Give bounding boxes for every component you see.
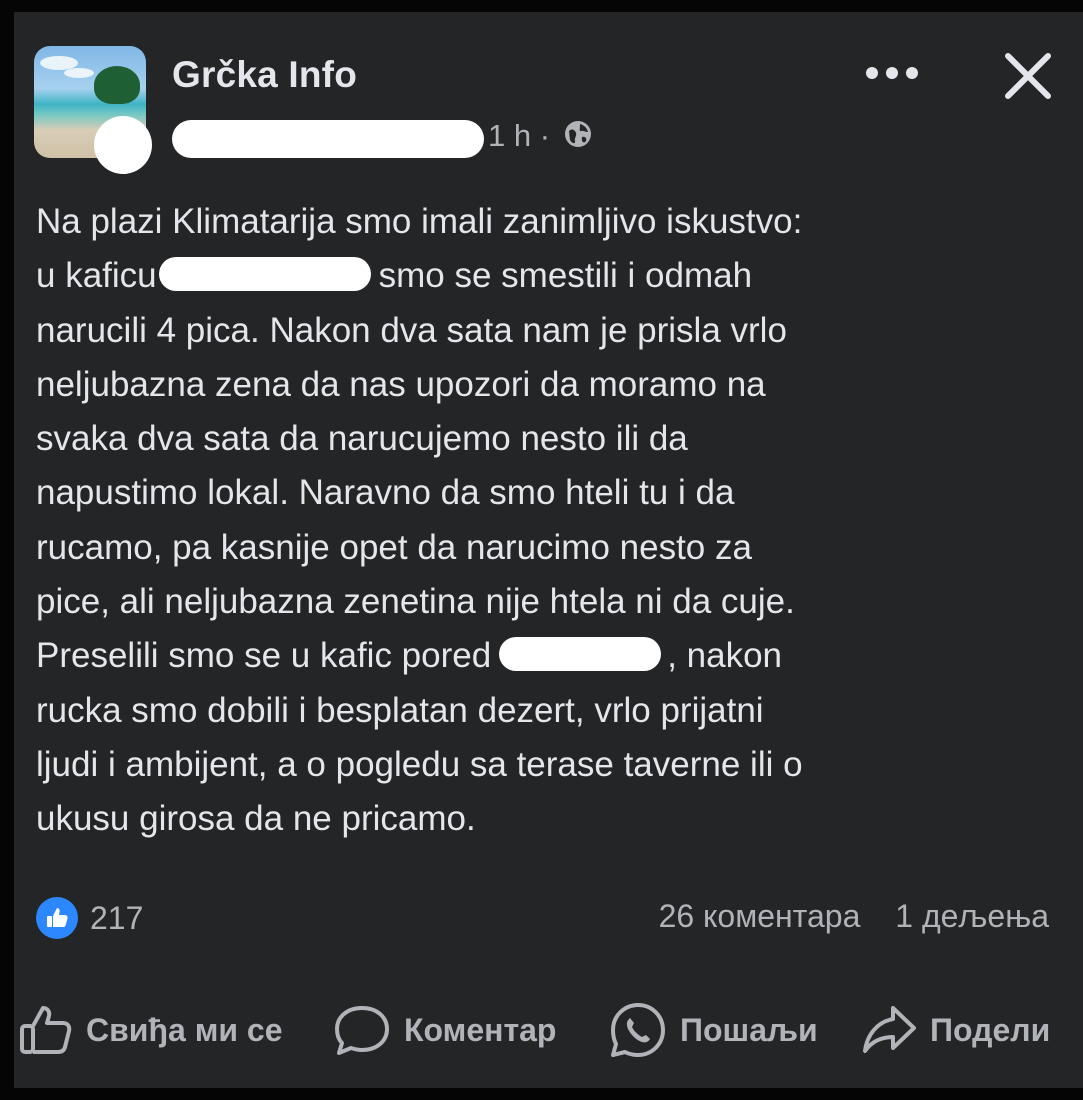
post-text-segment: , nakon <box>667 636 783 676</box>
post-text-line: svaka dva sata da narucujemo nesto ili d… <box>36 419 688 459</box>
author-redaction <box>172 120 484 158</box>
post-text-line: Preselili smo se u kafic pored , nakon <box>36 629 1046 683</box>
post-text-line: rucka smo dobili i besplatan dezert, vrl… <box>36 690 764 730</box>
post-actions: Свиђа ми се Коментар Пошаљи Подели <box>0 998 1083 1062</box>
page-avatar[interactable] <box>34 46 152 174</box>
post-text-line: rucamo, pa kasnije opet da narucimo nest… <box>36 527 752 567</box>
more-options-icon[interactable] <box>866 66 926 80</box>
share-button[interactable]: Подели <box>860 998 1050 1062</box>
thumbs-up-icon <box>36 897 78 939</box>
like-icon <box>20 1006 72 1054</box>
post-text: Na plazi Klimatarija smo imali zanimljiv… <box>36 195 1046 847</box>
post-time[interactable]: 1 h <box>488 118 531 153</box>
post-text-line: u kaficu smo se smestili i odmah <box>36 249 1046 303</box>
screen-border-bottom <box>0 1088 1083 1100</box>
post-text-line: ukusu girosa da ne pricamo. <box>36 799 476 839</box>
send-label: Пошаљи <box>680 1011 818 1048</box>
post-text-line: pice, ali neljubazna zenetina nije htela… <box>36 582 795 622</box>
cafe-name-redaction <box>158 257 371 292</box>
like-label: Свиђа ми се <box>86 1011 283 1048</box>
close-icon[interactable] <box>1000 48 1056 104</box>
meta-separator: · <box>539 118 551 153</box>
reactions-summary[interactable]: 217 <box>36 896 143 940</box>
post-text-line: Na plazi Klimatarija smo imali zanimljiv… <box>36 202 803 241</box>
post-text-line: narucili 4 pica. Nakon dva sata nam je p… <box>36 310 787 350</box>
post-text-line: napustimo lokal. Naravno da smo hteli tu… <box>36 473 735 513</box>
reactions-count: 217 <box>90 899 144 936</box>
post-text-segment: u kaficu <box>36 256 157 296</box>
post-text-line: ljudi i ambijent, a o pogledu sa terase … <box>36 744 803 784</box>
post-meta: 1 h · <box>488 118 593 157</box>
comment-button[interactable]: Коментар <box>332 998 556 1062</box>
shares-count[interactable]: 1 дељења <box>895 898 1049 934</box>
like-button[interactable]: Свиђа ми се <box>18 998 283 1062</box>
comments-count[interactable]: 26 коментара <box>659 898 861 934</box>
screen-border-left <box>0 0 14 1100</box>
page-name[interactable]: Grčka Info <box>172 54 357 96</box>
comment-icon <box>335 1006 389 1055</box>
post-text-segment: smo se smestili i odmah <box>378 256 753 296</box>
post-stats: 26 коментара 1 дељења <box>659 898 1049 935</box>
send-button[interactable]: Пошаљи <box>608 998 818 1062</box>
globe-icon <box>563 119 593 157</box>
share-label: Подели <box>930 1011 1051 1048</box>
comment-label: Коментар <box>404 1011 557 1048</box>
post-text-segment: Preselili smo se u kafic pored <box>36 636 492 676</box>
whatsapp-icon <box>611 1003 665 1057</box>
post-text-line: neljubazna zena da nas upozori da moramo… <box>36 364 766 404</box>
share-icon <box>863 1006 916 1053</box>
screen-border-top <box>0 0 1083 12</box>
place-name-redaction <box>499 637 662 672</box>
avatar-redaction <box>94 116 152 174</box>
